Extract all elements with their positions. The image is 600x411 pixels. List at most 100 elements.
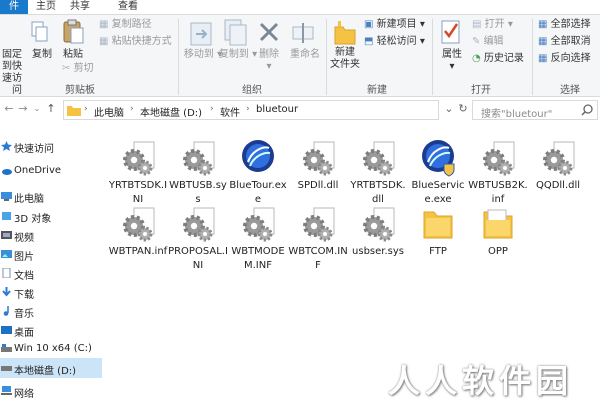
file-name: WBTMODEM.INF [231, 246, 285, 271]
address-bar[interactable]: › 此电脑 › 本地磁盘 (D:) › 软件 › bluetour [63, 100, 439, 120]
download-icon [1, 287, 12, 297]
properties-icon [440, 19, 462, 45]
file-name: FTP [429, 246, 447, 257]
sidebar-item-documents[interactable]: 文档 [0, 263, 102, 283]
open-icon: ▤ [472, 19, 485, 30]
new-item-icon: ▣ [364, 19, 377, 30]
breadcrumb-separator-icon: › [84, 104, 88, 114]
scissors-icon: ✂ [62, 63, 74, 74]
sidebar-item-downloads[interactable]: 下载 [0, 282, 102, 302]
history-button[interactable]: ◔ 历史记录 [472, 53, 524, 65]
breadcrumb-separator-icon: › [210, 104, 214, 114]
ribbon-divider [178, 19, 179, 95]
settings-file-icon [120, 204, 156, 244]
file-item[interactable]: usbser.sys [348, 200, 408, 284]
settings-file-icon [300, 138, 336, 178]
up-arrow-icon[interactable]: ↑ [44, 102, 58, 116]
sidebar-item-videos[interactable]: 视频 [0, 225, 102, 245]
document-icon [1, 267, 12, 279]
clipboard-group-label: 剪贴板 [65, 85, 95, 96]
breadcrumb-drive-d[interactable]: 本地磁盘 (D:) [140, 104, 202, 119]
copy-button[interactable]: 复制 [32, 49, 52, 61]
file-name: SPDll.dll [297, 180, 339, 191]
copy-path-button[interactable]: ▦ 复制路径 [99, 19, 152, 31]
select-all-icon: ▦ [538, 19, 551, 30]
breadcrumb-bluetour[interactable]: bluetour [256, 104, 298, 115]
paste-shortcut-icon: ▦ [99, 36, 112, 47]
settings-file-icon [180, 138, 216, 178]
back-arrow-icon[interactable]: ← [2, 102, 16, 116]
sidebar-item-music[interactable]: 音乐 [0, 301, 102, 321]
new-group-label: 新建 [367, 85, 387, 96]
select-all-button[interactable]: ▦ 全部选择 [538, 19, 591, 31]
tab-view[interactable]: 查看 [112, 0, 144, 14]
settings-file-icon [480, 138, 516, 178]
copy-icon [31, 21, 49, 43]
file-item[interactable]: FTP [408, 200, 468, 284]
easy-access-button[interactable]: ⬒ 轻松访问 ▾ [364, 36, 425, 48]
navigation-pane: 快速访问 OneDrive 此电脑 3D 对象 视频 图片 文档 下载 音乐 桌… [0, 124, 102, 411]
breadcrumb-separator-icon: › [246, 104, 250, 114]
sidebar-item-desktop[interactable]: 桌面 [0, 320, 102, 340]
paste-icon [62, 19, 84, 45]
cloud-icon [1, 166, 12, 176]
file-name: OPP [488, 246, 508, 257]
settings-file-icon [540, 138, 576, 178]
cut-button[interactable]: ✂ 剪切 [62, 63, 94, 75]
paste-shortcut-button[interactable]: ▦ 粘贴快捷方式 [99, 36, 172, 48]
new-folder-icon [334, 19, 356, 45]
select-none-button[interactable]: ▦ 全部取消 [538, 36, 591, 48]
ribbon-divider [326, 19, 327, 95]
tab-home[interactable]: 主页 [30, 0, 62, 14]
refresh-icon[interactable]: ↻ [456, 102, 470, 116]
sidebar-item-quick-access[interactable]: 快速访问 [0, 136, 102, 156]
edit-button[interactable]: ✎ 编辑 [472, 36, 504, 48]
settings-file-icon [240, 204, 276, 244]
pin-quick-access-button[interactable]: 固定到快速访问 [0, 49, 22, 101]
open-group-label: 打开 [471, 85, 491, 96]
file-item[interactable]: PROPOSAL.INI [168, 200, 228, 284]
properties-button[interactable]: 属性 ▾ [438, 49, 466, 73]
sidebar-item-drive-c[interactable]: Win 10 x64 (C:) [0, 339, 102, 359]
file-name: QQDll.dll [535, 180, 581, 191]
tab-share[interactable]: 共享 [64, 0, 96, 14]
organize-group-label: 组织 [242, 85, 262, 96]
breadcrumb-this-pc[interactable]: 此电脑 [94, 104, 124, 119]
delete-button[interactable]: 删除 ▾ [254, 49, 284, 73]
sidebar-item-this-pc[interactable]: 此电脑 [0, 186, 102, 206]
file-item[interactable]: WBTPAN.inf [108, 200, 168, 284]
paste-button[interactable]: 粘贴 [63, 49, 83, 61]
file-item[interactable]: OPP [468, 200, 528, 284]
recent-locations-chevron-icon[interactable]: ⌄ [30, 102, 44, 116]
sidebar-item-onedrive[interactable]: OneDrive [0, 161, 102, 181]
easy-access-icon: ⬒ [364, 36, 377, 47]
sidebar-item-network[interactable]: 网络 [0, 381, 102, 401]
search-icon [581, 104, 593, 116]
new-folder-button[interactable]: 新建 文件夹 [328, 47, 362, 71]
rename-button[interactable]: 重命名 [290, 49, 320, 61]
invert-selection-button[interactable]: ▦ 反向选择 [538, 53, 591, 65]
network-icon [1, 386, 12, 396]
ribbon-divider [532, 19, 533, 95]
open-button[interactable]: ▤ 打开 ▾ [472, 19, 513, 31]
sidebar-item-drive-d[interactable]: 本地磁盘 (D:) [0, 358, 102, 378]
address-dropdown-icon[interactable]: ⌄ [442, 102, 456, 116]
invert-selection-icon: ▦ [538, 53, 551, 64]
search-input[interactable]: 搜索"bluetour" [472, 100, 598, 120]
breadcrumb-software[interactable]: 软件 [220, 104, 240, 119]
file-item[interactable]: WBTMODEM.INF [228, 200, 288, 284]
forward-arrow-icon[interactable]: → [16, 102, 30, 116]
search-placeholder: 搜索"bluetour" [481, 109, 553, 120]
sidebar-item-3d-objects[interactable]: 3D 对象 [0, 206, 102, 226]
tab-file[interactable]: 件 [0, 0, 28, 14]
drive-icon [1, 363, 12, 373]
copy-to-button[interactable]: 复制到 ▾ [218, 49, 258, 61]
bluetooth-app-icon [420, 138, 456, 178]
file-item[interactable]: WBTCOM.INF [288, 200, 348, 284]
music-icon [1, 306, 12, 316]
new-item-button[interactable]: ▣ 新建项目 ▾ [364, 19, 425, 31]
file-item[interactable]: QQDll.dll [528, 134, 588, 218]
sidebar-item-pictures[interactable]: 图片 [0, 244, 102, 264]
bluetooth-app-icon [240, 138, 276, 178]
move-to-icon [190, 19, 214, 47]
